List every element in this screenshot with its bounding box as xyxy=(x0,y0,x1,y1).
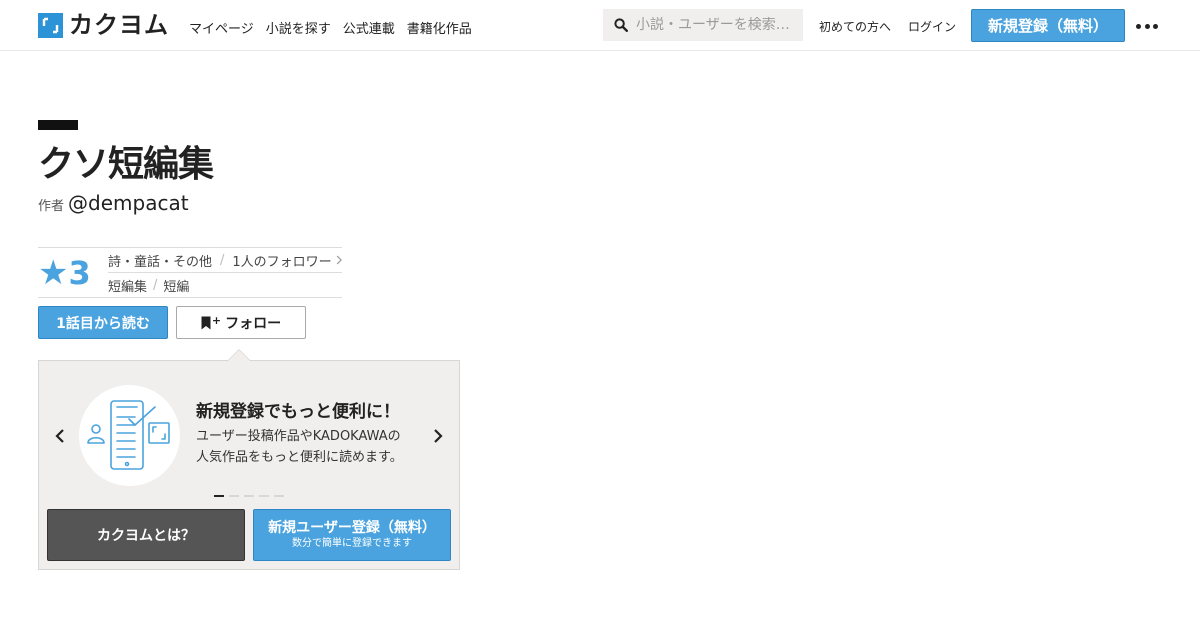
register-label: 新規ユーザー登録（無料） xyxy=(268,520,436,536)
author-row: 作者 @dempacat xyxy=(38,191,189,215)
promo-body-line: ユーザー投稿作品やKADOKAWAの xyxy=(196,429,401,444)
signup-button[interactable]: 新規登録（無料） xyxy=(971,9,1125,42)
title-accent-bar xyxy=(38,120,78,130)
star-icon: ★ xyxy=(38,252,69,293)
author-link[interactable]: @dempacat xyxy=(68,191,189,215)
bookmark-icon xyxy=(201,316,211,329)
search-box xyxy=(603,9,803,41)
main-nav: マイページ 小説を探す 公式連載 書籍化作品 xyxy=(189,18,472,37)
nav-published-works[interactable]: 書籍化作品 xyxy=(407,18,472,37)
separator: / xyxy=(220,252,225,268)
promo-body: ユーザー投稿作品やKADOKAWAの 人気作品をもっと便利に読めます。 xyxy=(196,426,426,468)
carousel-dots xyxy=(214,495,284,497)
promo-body-line: 人気作品をもっと便利に読めます。 xyxy=(196,450,403,465)
carousel-dot[interactable] xyxy=(214,495,224,497)
work-title[interactable]: クソ短編集 xyxy=(38,144,214,186)
star-rating[interactable]: ★ 3 xyxy=(38,248,106,297)
promo-heading: 新規登録でもっと便利に！ xyxy=(196,402,400,422)
carousel-dot[interactable] xyxy=(259,495,269,497)
about-kakuyomu-button[interactable]: カクヨムとは？ xyxy=(47,509,245,561)
work-stats: ★ 3 詩・童話・その他 / 1人のフォロワー 短編集 / 短編 xyxy=(38,247,342,298)
site-logo[interactable]: カクヨム xyxy=(38,13,169,38)
read-first-episode-button[interactable]: 1話目から読む xyxy=(38,306,168,339)
more-dots-icon[interactable] xyxy=(1136,22,1158,30)
nav-official-series[interactable]: 公式連載 xyxy=(343,18,395,37)
separator: / xyxy=(153,277,158,293)
carousel-dot[interactable] xyxy=(274,495,284,497)
nav-find-novels[interactable]: 小説を探す xyxy=(266,18,331,37)
meta-row-tags: 短編集 / 短編 xyxy=(108,273,342,297)
login-link[interactable]: ログイン xyxy=(908,18,956,35)
chevron-left-icon[interactable] xyxy=(51,425,69,447)
register-sublabel: 数分で簡単に登録できます xyxy=(292,538,412,549)
author-label: 作者 xyxy=(38,199,65,214)
site-header: カクヨム マイページ 小説を探す 公式連載 書籍化作品 初めての方へ ログイン … xyxy=(0,0,1200,51)
follow-button[interactable]: + フォロー xyxy=(176,306,306,339)
carousel-dot[interactable] xyxy=(244,495,254,497)
carousel-dot[interactable] xyxy=(229,495,239,497)
nav-mypage[interactable]: マイページ xyxy=(189,18,254,37)
chevron-right-icon[interactable] xyxy=(429,425,447,447)
genre-link[interactable]: 詩・童話・その他 xyxy=(108,251,212,270)
register-button[interactable]: 新規ユーザー登録（無料） 数分で簡単に登録できます xyxy=(253,509,451,561)
tag-link[interactable]: 短編 xyxy=(163,276,189,295)
star-count: 3 xyxy=(68,253,91,292)
search-input[interactable] xyxy=(636,17,796,33)
kakuyomu-logo-icon xyxy=(38,13,63,38)
follow-plus: + xyxy=(211,314,222,327)
followers-link[interactable]: 1人のフォロワー xyxy=(232,251,331,270)
signup-promo-panel: 新規登録でもっと便利に！ ユーザー投稿作品やKADOKAWAの 人気作品をもっと… xyxy=(38,349,460,570)
search-icon[interactable] xyxy=(614,18,628,32)
tag-link[interactable]: 短編集 xyxy=(108,276,147,295)
chevron-right-icon xyxy=(336,255,342,265)
phone-illustration-icon xyxy=(79,385,180,486)
panel-pointer xyxy=(227,349,251,361)
meta-row-genre: 詩・童話・その他 / 1人のフォロワー xyxy=(108,248,342,273)
logo-text: カクヨム xyxy=(69,11,169,39)
follow-label: フォロー xyxy=(225,315,282,332)
first-time-link[interactable]: 初めての方へ xyxy=(819,18,891,35)
